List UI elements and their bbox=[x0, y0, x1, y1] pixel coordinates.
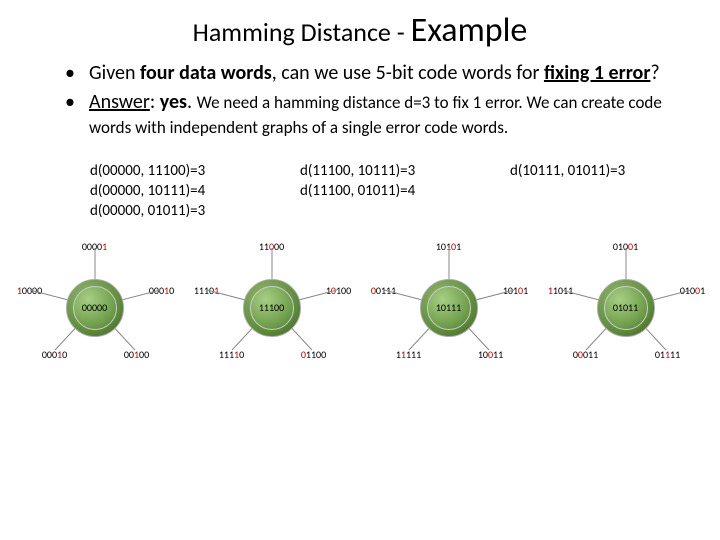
distance-col-2: d(11100, 10111)=3 d(11100, 01011)=4 bbox=[300, 162, 470, 222]
graph-center: 01011 bbox=[604, 286, 648, 330]
graph-3: 010110100101001011110001111011 bbox=[541, 240, 711, 375]
slide-title: Hamming Distance - Example bbox=[0, 10, 720, 51]
graph-0: 000000000100010001000001010000 bbox=[10, 240, 180, 375]
graph-center: 11100 bbox=[250, 286, 294, 330]
graph-center: 10111 bbox=[427, 286, 471, 330]
title-prefix: Hamming Distance - bbox=[193, 16, 411, 48]
bullet-2: Answer: yes. We need a hamming distance … bbox=[65, 90, 670, 140]
graph-2: 101111010110101100111111100111 bbox=[364, 240, 534, 375]
distance-calculations: d(00000, 11100)=3 d(00000, 10111)=4 d(00… bbox=[0, 144, 720, 222]
bullet-1: Given four data words, can we use 5-bit … bbox=[65, 61, 670, 86]
code-word-graphs: 0000000001000100010000010100001110011000… bbox=[0, 222, 720, 375]
bullet-list: Given four data words, can we use 5-bit … bbox=[0, 61, 720, 140]
distance-col-3: d(10111, 01011)=3 bbox=[510, 162, 680, 222]
title-emphasis: Example bbox=[411, 10, 528, 51]
graph-center: 00000 bbox=[73, 286, 117, 330]
distance-col-1: d(00000, 11100)=3 d(00000, 10111)=4 d(00… bbox=[90, 162, 260, 222]
graph-1: 111001100010100011001111011101 bbox=[187, 240, 357, 375]
